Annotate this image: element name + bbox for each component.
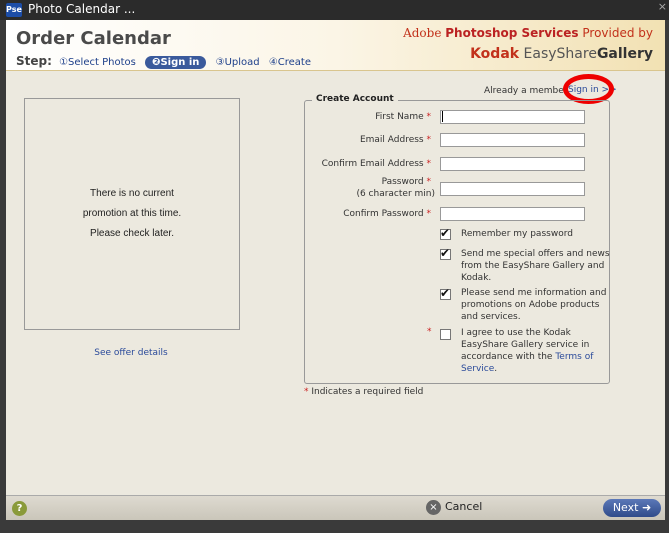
window-title: Photo Calendar ... <box>28 2 136 16</box>
special-offers-checkbox[interactable] <box>440 246 451 260</box>
text-caret <box>442 111 443 122</box>
password-hint: (6 character min) <box>356 189 435 199</box>
required-field-note: * Indicates a required field <box>304 387 424 397</box>
page-header: Order Calendar Step: ①Select Photos ❷Sig… <box>6 20 665 71</box>
remember-password-checkbox[interactable] <box>440 226 451 240</box>
window-bottom-edge <box>0 520 669 533</box>
main-content: There is no current promotion at this ti… <box>6 71 665 495</box>
help-icon[interactable]: ? <box>12 501 27 516</box>
cancel-button[interactable]: × Cancel <box>426 500 482 515</box>
title-bar: Pse Photo Calendar ... × <box>0 0 669 20</box>
promotion-box: There is no current promotion at this ti… <box>24 98 240 330</box>
confirm-password-input[interactable] <box>440 207 585 221</box>
step-create: ④Create <box>268 57 312 68</box>
email-address-label: Email Address * <box>359 135 431 145</box>
step-select-photos[interactable]: ①Select Photos <box>59 57 136 68</box>
step-upload: ③Upload <box>215 57 260 68</box>
remember-password-text: Remember my password <box>461 229 573 239</box>
password-input[interactable] <box>440 182 585 196</box>
adobe-logo: Adobe Photoshop Services Provided by <box>403 26 653 40</box>
step-indicator: Step: ①Select Photos ❷Sign in ③Upload ④C… <box>16 54 317 69</box>
adobe-promotions-checkbox[interactable] <box>440 286 451 300</box>
page-title: Order Calendar <box>16 28 171 49</box>
close-icon[interactable]: × <box>658 0 667 13</box>
first-name-input[interactable] <box>440 110 585 124</box>
confirm-email-label: Confirm Email Address * <box>321 159 431 169</box>
step-label: Step: <box>16 54 52 68</box>
confirm-email-input[interactable] <box>440 157 585 171</box>
kodak-logo: Kodak EasyShareGallery <box>470 46 653 62</box>
terms-required-star: * <box>427 327 432 337</box>
password-label: Password * <box>381 177 431 187</box>
terms-agree-checkbox[interactable] <box>440 329 451 340</box>
cancel-icon: × <box>426 500 441 515</box>
app-icon: Pse <box>6 3 22 17</box>
app-window: Pse Photo Calendar ... × Order Calendar … <box>0 0 669 533</box>
special-offers-text: Send me special offers and news from the… <box>461 249 610 283</box>
email-address-input[interactable] <box>440 133 585 147</box>
terms-agree-text: I agree to use the Kodak EasyShare Galle… <box>461 328 594 374</box>
footer-bar: ? × Cancel Next ➜ <box>6 495 665 521</box>
step-sign-in: ❷Sign in <box>145 56 207 69</box>
promotion-text: There is no current promotion at this ti… <box>82 188 182 239</box>
confirm-password-label: Confirm Password * <box>343 209 431 219</box>
next-button[interactable]: Next ➜ <box>603 499 661 517</box>
already-member-text: Already a membe <box>484 86 564 96</box>
adobe-promotions-text: Please send me information and promotion… <box>461 288 607 322</box>
first-name-label: First Name * <box>375 112 431 122</box>
offer-details-link[interactable]: See offer details <box>24 348 238 358</box>
create-account-legend: Create Account <box>312 94 398 104</box>
